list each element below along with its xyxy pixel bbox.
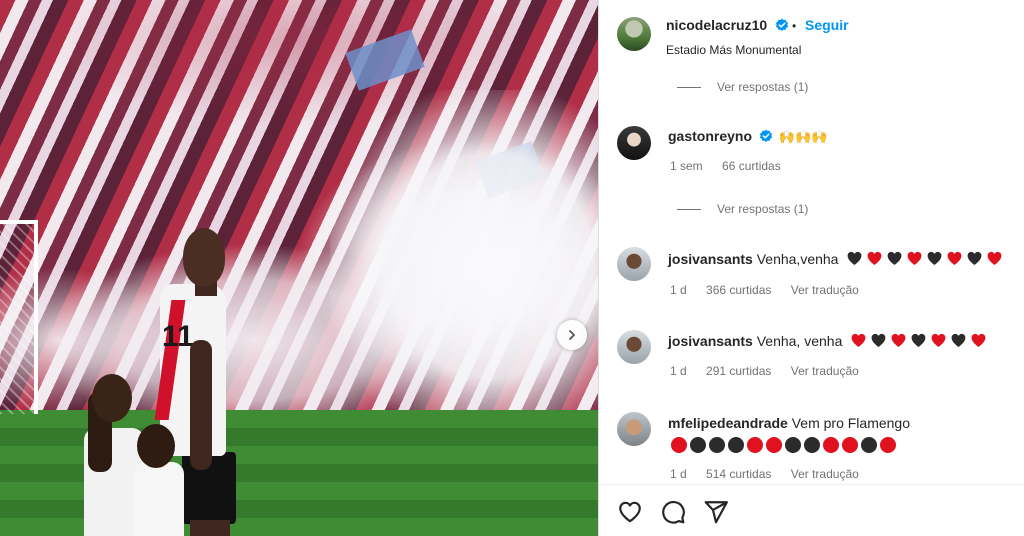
post-header: nicodelacruz10 • Seguir Estadio Más Monu… <box>599 0 1024 82</box>
translate-button[interactable]: Ver tradução <box>791 283 859 297</box>
comment-username[interactable]: mfelipedeandrade <box>668 415 788 431</box>
comment-text: Venha, venha <box>756 333 843 349</box>
verified-badge-icon <box>775 18 788 31</box>
black-circle-emoji <box>804 437 820 453</box>
red-heart-emoji <box>947 251 962 265</box>
black-heart-emoji <box>967 251 982 265</box>
comment-likes[interactable]: 366 curtidas <box>706 283 771 297</box>
black-heart-emoji <box>911 333 926 347</box>
comment-body: mfelipedeandrade Vem pro Flamengo <box>668 415 910 431</box>
comment-text: Vem pro Flamengo <box>791 415 911 431</box>
comment-meta: 1 sem 66 curtidas <box>670 159 797 173</box>
player-arm <box>190 340 212 470</box>
smoke <box>330 90 598 410</box>
commenter-avatar[interactable] <box>617 126 651 160</box>
translate-button[interactable]: Ver tradução <box>791 467 859 481</box>
heart-emojis <box>846 251 1006 267</box>
red-heart-emoji <box>987 251 1002 265</box>
comment-time[interactable]: 1 sem <box>670 159 703 173</box>
player-head <box>183 228 225 286</box>
follow-button[interactable]: Seguir <box>805 17 849 33</box>
owner-username[interactable]: nicodelacruz10 <box>666 17 767 33</box>
shirt-number: 11 <box>162 320 194 353</box>
red-circle-emoji <box>842 437 858 453</box>
comment-meta: 1 d 291 curtidas Ver tradução <box>670 364 875 378</box>
comment-body: josivansants Venha,venha <box>668 250 1006 267</box>
translate-button[interactable]: Ver tradução <box>791 364 859 378</box>
separator-dot: • <box>792 19 797 33</box>
child-figure <box>134 462 184 536</box>
black-circle-emoji <box>861 437 877 453</box>
comment-time[interactable]: 1 d <box>670 467 687 481</box>
red-heart-emoji <box>971 333 986 347</box>
comment-body: gastonreyno 🙌🙌🙌 <box>668 128 827 145</box>
heart-icon[interactable] <box>617 499 643 525</box>
red-circle-emoji <box>671 437 687 453</box>
red-heart-emoji <box>931 333 946 347</box>
comment-likes[interactable]: 66 curtidas <box>722 159 781 173</box>
comment-icon[interactable] <box>660 499 686 525</box>
view-replies-label: Ver respostas (1) <box>717 80 809 94</box>
child-head <box>137 424 175 468</box>
share-icon[interactable] <box>703 499 729 525</box>
black-circle-emoji <box>690 437 706 453</box>
chevron-right-icon <box>569 330 575 340</box>
commenter-avatar[interactable] <box>617 412 651 446</box>
heart-emojis <box>850 333 990 349</box>
comment-username[interactable]: josivansants <box>668 333 753 349</box>
comment-meta: 1 d 514 curtidas Ver tradução <box>670 467 875 481</box>
black-heart-emoji <box>871 333 886 347</box>
red-circle-emoji <box>747 437 763 453</box>
comment-likes[interactable]: 514 curtidas <box>706 467 771 481</box>
red-heart-emoji <box>867 251 882 265</box>
black-circle-emoji <box>728 437 744 453</box>
black-heart-emoji <box>951 333 966 347</box>
child-head <box>92 374 132 422</box>
comment-text: Venha,venha <box>756 251 839 267</box>
comment-time[interactable]: 1 d <box>670 364 687 378</box>
comment-emoji: 🙌🙌🙌 <box>778 129 828 144</box>
black-heart-emoji <box>847 251 862 265</box>
comment-username[interactable]: josivansants <box>668 251 753 267</box>
circle-emojis <box>671 437 899 453</box>
comment-username[interactable]: gastonreyno <box>668 128 752 144</box>
post-sidebar: nicodelacruz10 • Seguir Estadio Más Monu… <box>598 0 1024 536</box>
owner-avatar[interactable] <box>617 17 651 51</box>
view-replies-button[interactable]: Ver respostas (1) <box>677 80 808 94</box>
goal-net <box>0 220 38 414</box>
commenter-avatar[interactable] <box>617 247 651 281</box>
post-location[interactable]: Estadio Más Monumental <box>666 43 801 57</box>
comment-likes[interactable]: 291 curtidas <box>706 364 771 378</box>
red-heart-emoji <box>907 251 922 265</box>
black-heart-emoji <box>887 251 902 265</box>
post-media[interactable]: 11 <box>0 0 598 536</box>
comments-list: Ver respostas (1) gastonreyno 🙌🙌🙌 1 sem … <box>599 70 1024 481</box>
red-circle-emoji <box>766 437 782 453</box>
verified-badge-icon <box>759 129 773 142</box>
comment-meta: 1 d 366 curtidas Ver tradução <box>670 283 875 297</box>
red-heart-emoji <box>851 333 866 347</box>
view-replies-label: Ver respostas (1) <box>717 202 809 216</box>
view-replies-button[interactable]: Ver respostas (1) <box>677 202 808 216</box>
replies-line <box>677 86 701 88</box>
red-circle-emoji <box>880 437 896 453</box>
comment-body: josivansants Venha, venha <box>668 332 990 349</box>
black-heart-emoji <box>927 251 942 265</box>
black-circle-emoji <box>709 437 725 453</box>
player-legs <box>190 520 230 536</box>
red-circle-emoji <box>823 437 839 453</box>
replies-line <box>677 208 701 210</box>
red-heart-emoji <box>891 333 906 347</box>
commenter-avatar[interactable] <box>617 330 651 364</box>
owner-username-row: nicodelacruz10 <box>666 17 789 35</box>
next-media-button[interactable] <box>557 320 587 350</box>
black-circle-emoji <box>785 437 801 453</box>
post-actions-bar <box>599 484 1024 536</box>
comment-time[interactable]: 1 d <box>670 283 687 297</box>
